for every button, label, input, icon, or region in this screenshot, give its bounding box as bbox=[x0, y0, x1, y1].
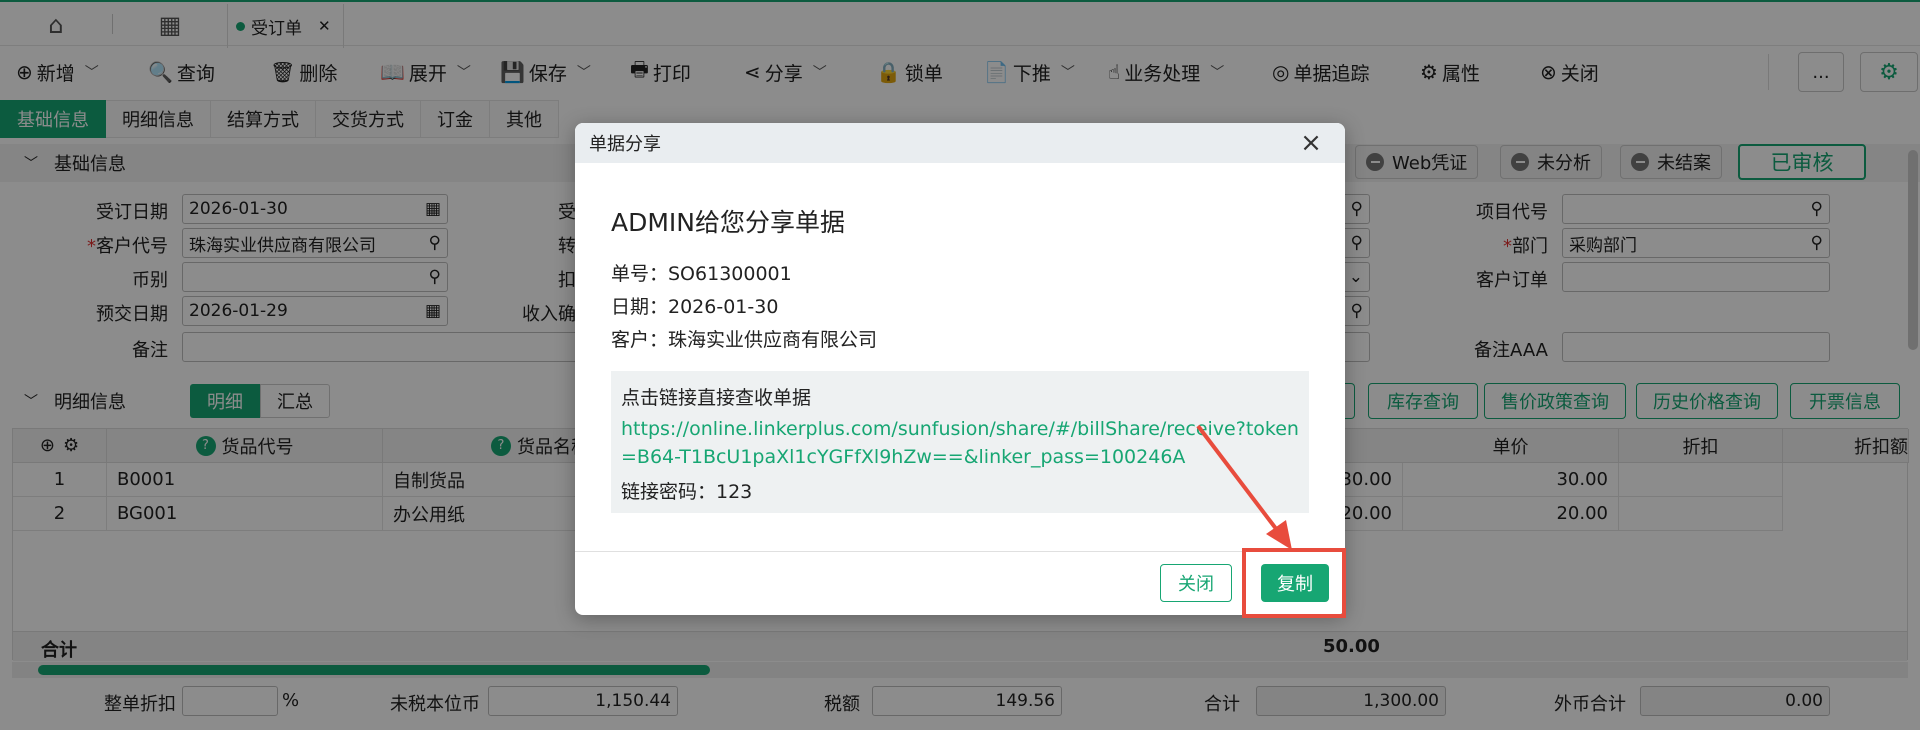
annotation-arrow-icon bbox=[1196, 424, 1292, 550]
bill-customer: 客户：珠海实业供应商有限公司 bbox=[611, 329, 878, 351]
dialog-header: 单据分享 bbox=[575, 123, 1345, 163]
bill-date: 日期：2026-01-30 bbox=[611, 296, 779, 318]
dialog-header-title: 单据分享 bbox=[589, 134, 661, 155]
dialog-close-button[interactable]: 关闭 bbox=[1160, 564, 1232, 602]
dialog-title: ADMIN给您分享单据 bbox=[611, 208, 845, 237]
close-icon[interactable]: × bbox=[1295, 127, 1327, 159]
bill-number: 单号：SO61300001 bbox=[611, 263, 792, 285]
link-hint: 点击链接直接查收单据 bbox=[621, 387, 812, 409]
link-password: 链接密码：123 bbox=[621, 481, 753, 503]
